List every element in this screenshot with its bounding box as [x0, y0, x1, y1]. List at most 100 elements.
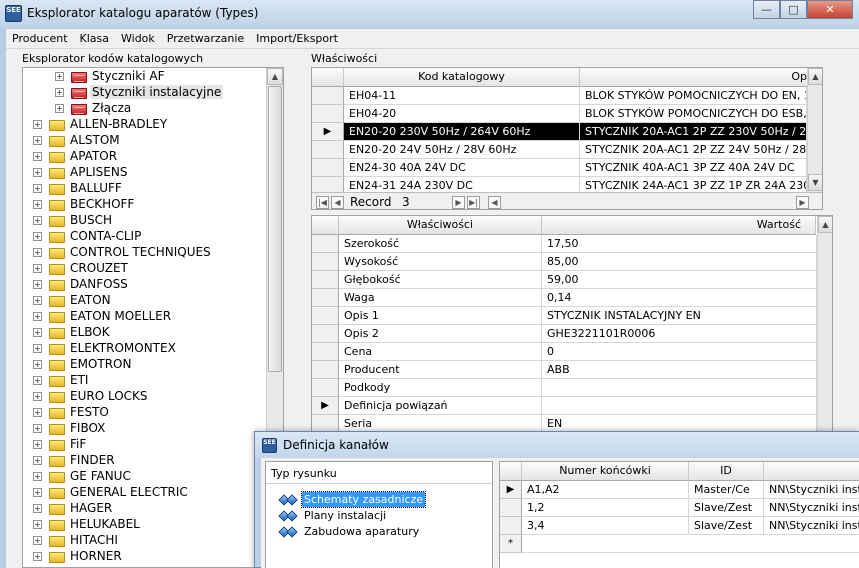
row-indicator[interactable] [312, 325, 339, 343]
row-indicator[interactable] [312, 235, 339, 253]
header-kod-katalogowy[interactable]: Kod katalogowy [344, 68, 580, 87]
catalog-code-cell[interactable]: EH04-20 [344, 105, 580, 123]
catalog-desc-cell[interactable]: STYCZNIK 40A-AC1 3P ZZ 40A 24V DC [580, 159, 807, 177]
terminal-number-cell[interactable]: 3,4 [522, 517, 689, 535]
expand-icon[interactable]: + [33, 184, 42, 193]
expand-icon[interactable]: + [55, 104, 64, 113]
expand-icon[interactable]: + [33, 216, 42, 225]
expand-icon[interactable]: + [33, 120, 42, 129]
expand-icon[interactable]: + [33, 520, 42, 529]
close-button[interactable]: ✕ [807, 0, 853, 19]
expand-icon[interactable]: + [33, 504, 42, 513]
expand-icon[interactable]: + [33, 440, 42, 449]
property-value-cell[interactable]: 59,00 [542, 271, 817, 289]
expand-icon[interactable]: + [33, 392, 42, 401]
tree-item[interactable]: + ALSTOM [23, 133, 266, 149]
row-indicator[interactable] [312, 159, 344, 177]
tree-item[interactable]: + Styczniki AF [23, 69, 266, 85]
property-name-cell[interactable]: Wysokość [339, 253, 542, 271]
property-value-cell[interactable]: STYCZNIK INSTALACYJNY EN [542, 307, 817, 325]
terminal-id-cell[interactable]: Slave/Zest [689, 517, 764, 535]
expand-icon[interactable]: + [33, 232, 42, 241]
menu-producent[interactable]: Producent [6, 29, 74, 45]
expand-icon[interactable]: + [33, 360, 42, 369]
tree-item[interactable]: + CONTROL TECHNIQUES [23, 245, 266, 261]
expand-icon[interactable]: + [55, 72, 64, 81]
terminals-grid[interactable]: Numer końcówki ID ▶ A1,A2 Master/Ce NN\Styc… [499, 461, 859, 568]
expand-icon[interactable]: + [33, 136, 42, 145]
expand-icon[interactable]: + [33, 248, 42, 257]
row-indicator[interactable] [500, 517, 522, 535]
expand-icon[interactable]: + [33, 552, 42, 561]
expand-icon[interactable]: + [33, 296, 42, 305]
menu-przetwarzanie[interactable]: Przetwarzanie [161, 29, 250, 45]
property-value-cell[interactable]: 17,50 [542, 235, 817, 253]
catalog-code-cell[interactable]: EN24-30 40A 24V DC [344, 159, 580, 177]
expand-icon[interactable]: + [33, 456, 42, 465]
header-wartosc[interactable]: Wartość [542, 216, 816, 235]
tree-item[interactable]: + EATON [23, 293, 266, 309]
new-row-indicator[interactable]: * [500, 535, 522, 553]
expand-icon[interactable]: + [33, 280, 42, 289]
new-row-cell[interactable] [522, 535, 859, 553]
property-value-cell[interactable]: 0,14 [542, 289, 817, 307]
tree-item[interactable]: + HITACHI [23, 533, 266, 549]
menu-klasa[interactable]: Klasa [74, 29, 115, 45]
catalog-desc-cell[interactable]: STYCZNIK 20A-AC1 2P ZZ 230V 50Hz / 264V … [580, 123, 807, 141]
catalog-desc-cell[interactable]: STYCZNIK 20A-AC1 2P ZZ 24V 50Hz / 28V 60… [580, 141, 807, 159]
row-indicator[interactable] [312, 289, 339, 307]
property-value-cell[interactable]: GHE3221101R0006 [542, 325, 817, 343]
tree-item[interactable]: + HAGER [23, 501, 266, 517]
catalog-code-grid[interactable]: Kod katalogowy Op EH04-11 BLOK STYKÓW POM… [311, 67, 823, 210]
tree-item[interactable]: + FIBOX [23, 421, 266, 437]
menu-import-eksport[interactable]: Import/Eksport [250, 29, 344, 45]
menu-widok[interactable]: Widok [115, 29, 161, 45]
expand-icon[interactable]: + [33, 312, 42, 321]
prev-record-button[interactable]: ◀ [331, 196, 344, 209]
property-name-cell[interactable]: Podkody [339, 379, 542, 397]
tree-item[interactable]: + ALLEN-BRADLEY [23, 117, 266, 133]
row-indicator[interactable] [312, 87, 344, 105]
property-value-cell[interactable]: ABB [542, 361, 817, 379]
grid-scrollbar[interactable]: ▲ ▼ [807, 68, 822, 192]
current-row-indicator[interactable]: ▶ [312, 397, 339, 415]
catalog-code-cell[interactable]: EH04-11 [344, 87, 580, 105]
row-indicator[interactable] [312, 253, 339, 271]
scroll-up-button[interactable]: ▲ [818, 216, 832, 233]
catalog-tree[interactable]: + Styczniki AF + Styczniki instalacyjne + Złą… [22, 67, 284, 568]
tree-item[interactable]: + FINDER [23, 453, 266, 469]
expand-icon[interactable]: + [33, 152, 42, 161]
row-indicator[interactable] [312, 105, 344, 123]
row-indicator[interactable] [312, 361, 339, 379]
header-wlasciwosci[interactable]: Właściwości [339, 216, 542, 235]
property-name-cell[interactable]: Głębokość [339, 271, 542, 289]
property-name-cell[interactable]: Szerokość [339, 235, 542, 253]
terminal-path-cell[interactable]: NN\Styczniki instalac [764, 481, 859, 499]
tree-item[interactable]: + FESTO [23, 405, 266, 421]
property-value-cell[interactable] [542, 379, 817, 397]
scroll-thumb[interactable] [268, 86, 282, 372]
expand-icon[interactable]: + [33, 264, 42, 273]
expand-icon[interactable]: + [33, 200, 42, 209]
expand-icon[interactable]: + [33, 472, 42, 481]
property-name-cell[interactable]: Cena [339, 343, 542, 361]
tree-item[interactable]: + ETI [23, 373, 266, 389]
tree-item[interactable]: + FiF [23, 437, 266, 453]
maximize-button[interactable]: □ [780, 0, 807, 19]
current-row-indicator[interactable]: ▶ [500, 481, 522, 499]
expand-icon[interactable]: + [33, 488, 42, 497]
tree-item[interactable]: + APATOR [23, 149, 266, 165]
minimize-button[interactable]: — [753, 0, 780, 19]
tree-item[interactable]: + HORNER [23, 549, 266, 565]
tree-item[interactable]: + DANFOSS [23, 277, 266, 293]
scroll-up-button[interactable]: ▲ [808, 68, 822, 85]
property-value-cell[interactable]: 0 [542, 343, 817, 361]
property-name-cell[interactable]: Waga [339, 289, 542, 307]
row-indicator[interactable] [500, 499, 522, 517]
header-id[interactable]: ID [689, 462, 764, 481]
scroll-right-button[interactable]: ▶ [796, 196, 809, 209]
expand-icon[interactable]: + [33, 424, 42, 433]
catalog-code-cell[interactable]: EN20-20 24V 50Hz / 28V 60Hz [344, 141, 580, 159]
terminal-id-cell[interactable]: Master/Ce [689, 481, 764, 499]
tree-item[interactable]: + Złącza [23, 101, 266, 117]
